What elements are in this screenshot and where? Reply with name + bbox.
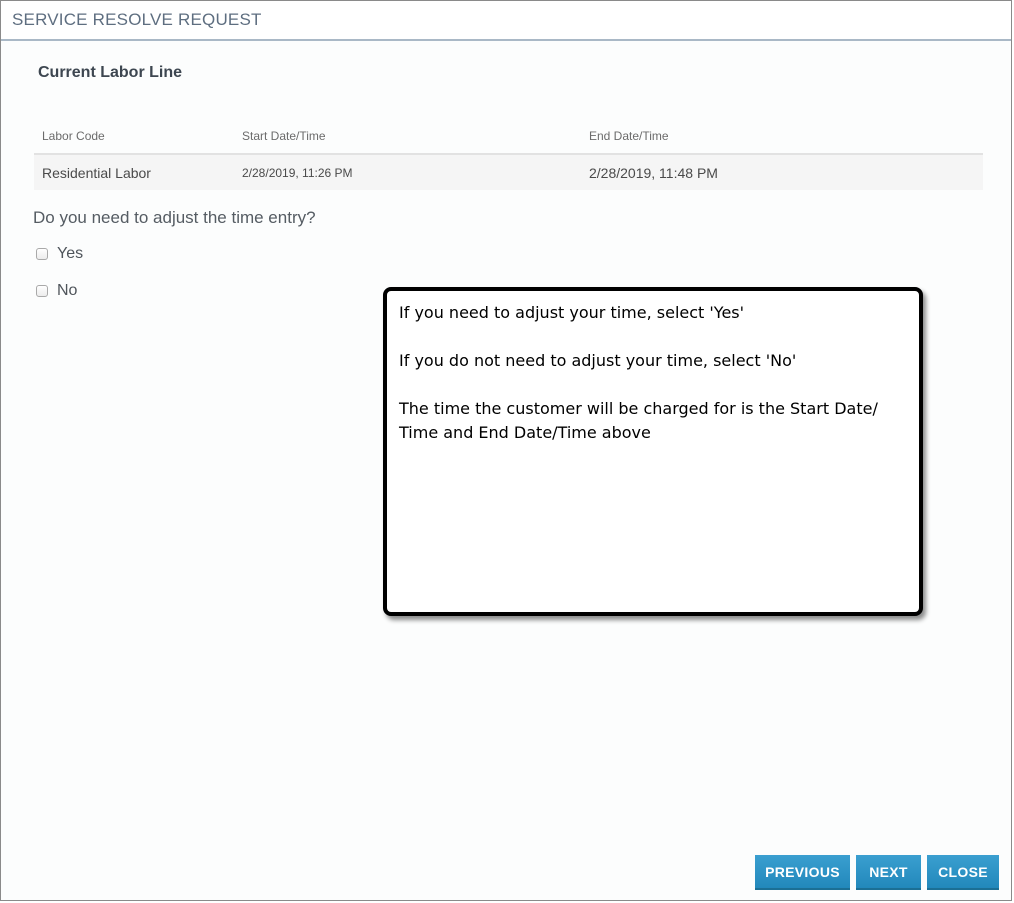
column-header-labor-code: Labor Code xyxy=(34,119,234,155)
option-no[interactable]: No xyxy=(36,282,77,300)
option-yes[interactable]: Yes xyxy=(36,245,83,263)
instruction-callout: If you need to adjust your time, select … xyxy=(383,287,923,616)
close-button[interactable]: CLOSE xyxy=(927,855,999,890)
end-date-cell: 2/28/2019, 11:48 PM xyxy=(581,154,983,190)
labor-section-title: Current Labor Line xyxy=(38,64,183,81)
no-checkbox[interactable] xyxy=(36,285,48,297)
callout-line: If you do not need to adjust your time, … xyxy=(399,351,797,370)
table-header-row: Labor Code Start Date/Time End Date/Time xyxy=(34,119,983,155)
service-resolve-dialog: SERVICE RESOLVE REQUEST Current Labor Li… xyxy=(0,0,1012,901)
adjust-time-question: Do you need to adjust the time entry? xyxy=(33,208,316,227)
no-label[interactable]: No xyxy=(57,282,77,300)
labor-code-cell: Residential Labor xyxy=(34,154,234,190)
table-row: Residential Labor 2/28/2019, 11:26 PM 2/… xyxy=(34,154,983,190)
start-date-cell: 2/28/2019, 11:26 PM xyxy=(234,154,581,190)
column-header-start-date: Start Date/Time xyxy=(234,119,581,155)
yes-checkbox[interactable] xyxy=(36,248,48,260)
callout-line: The time the customer will be charged fo… xyxy=(399,399,878,442)
column-header-end-date: End Date/Time xyxy=(581,119,983,155)
yes-label[interactable]: Yes xyxy=(57,245,83,263)
next-button[interactable]: NEXT xyxy=(856,855,921,890)
dialog-title: SERVICE RESOLVE REQUEST xyxy=(1,1,1011,41)
previous-button[interactable]: PREVIOUS xyxy=(755,855,850,890)
callout-line: If you need to adjust your time, select … xyxy=(399,303,745,322)
labor-table: Labor Code Start Date/Time End Date/Time… xyxy=(34,119,983,190)
